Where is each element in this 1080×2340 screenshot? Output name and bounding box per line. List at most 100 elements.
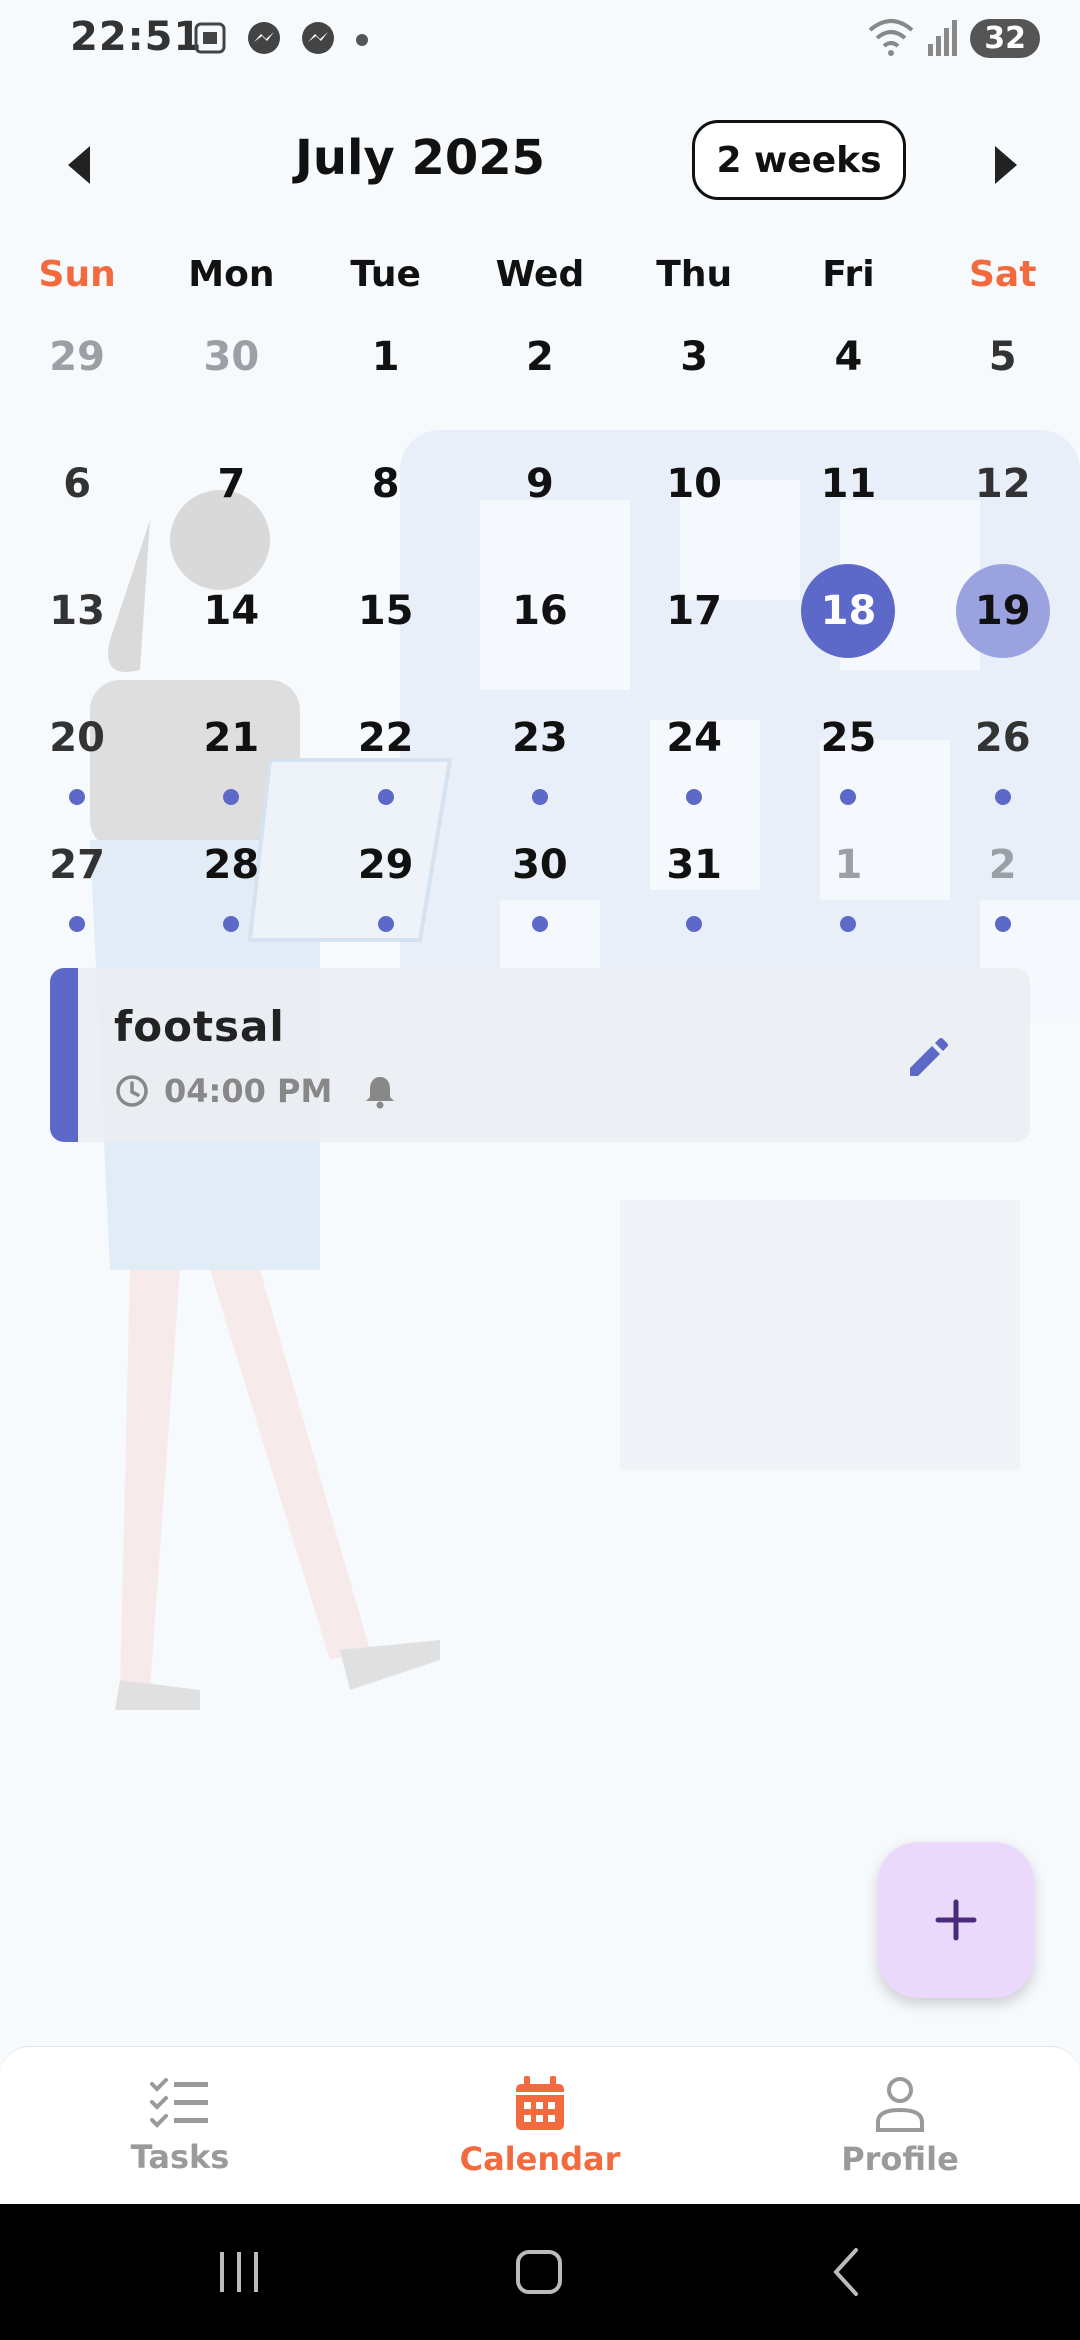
event-dot	[223, 916, 240, 932]
home-button[interactable]	[514, 2244, 566, 2300]
bell-icon	[366, 1077, 395, 1109]
calendar-day[interactable]: 25	[771, 691, 925, 818]
wifi-icon	[868, 19, 914, 56]
calendar-day[interactable]: 31	[617, 818, 771, 945]
day-number: 3	[680, 334, 709, 380]
add-event-button[interactable]	[878, 1842, 1034, 1998]
status-bar: 22:51 32	[0, 0, 1080, 80]
next-month-button[interactable]	[985, 140, 1025, 190]
day-number: 29	[49, 334, 105, 380]
event-dot	[377, 916, 394, 932]
calendar-day[interactable]: 15	[309, 564, 463, 691]
calendar-day[interactable]: 13	[0, 564, 154, 691]
calendar-day[interactable]: 22	[309, 691, 463, 818]
nav-calendar[interactable]: Calendar	[360, 2047, 720, 2205]
day-number: 31	[666, 842, 723, 888]
dot-icon	[356, 34, 368, 46]
previous-month-button[interactable]	[60, 140, 100, 190]
event-meta: 04:00 PM	[114, 1072, 400, 1110]
back-button[interactable]	[826, 2244, 866, 2300]
calendar-day[interactable]: 30	[463, 818, 617, 945]
day-number: 17	[666, 588, 723, 634]
day-number: 6	[63, 461, 92, 507]
event-dot	[531, 916, 548, 932]
calendar-day[interactable]: 1	[309, 310, 463, 437]
calendar-day[interactable]: 7	[154, 437, 308, 564]
day-number: 30	[203, 334, 260, 380]
calendar-day[interactable]: 5	[926, 310, 1080, 437]
nav-profile-label: Profile	[841, 2140, 959, 2178]
day-number: 25	[820, 715, 877, 761]
calendar-day[interactable]: 24	[617, 691, 771, 818]
day-number: 27	[49, 842, 105, 888]
day-number: 13	[49, 588, 105, 634]
day-number: 1	[371, 334, 400, 380]
day-number: 9	[526, 461, 554, 507]
day-number: 26	[974, 715, 1031, 761]
calendar-day[interactable]: 8	[309, 437, 463, 564]
event-dot	[69, 789, 86, 805]
bottom-navigation: Tasks Calendar Profile	[0, 2046, 1080, 2205]
view-range-button[interactable]: 2 weeks	[692, 120, 906, 200]
event-dot	[994, 916, 1011, 932]
calendar-day[interactable]: 26	[926, 691, 1080, 818]
event-dot	[686, 916, 703, 932]
calendar-day[interactable]: 17	[617, 564, 771, 691]
nav-calendar-label: Calendar	[459, 2140, 621, 2178]
day-number: 10	[666, 461, 723, 507]
calendar-day[interactable]: 29	[309, 818, 463, 945]
day-number: 16	[512, 588, 568, 634]
recent-apps-button[interactable]	[214, 2244, 264, 2300]
screenshot-icon	[194, 22, 226, 54]
calendar-day[interactable]: 2	[926, 818, 1080, 945]
calendar-day[interactable]: 1	[771, 818, 925, 945]
calendar-day[interactable]: 23	[463, 691, 617, 818]
calendar-day[interactable]: 30	[154, 310, 308, 437]
month-title: July 2025	[294, 130, 546, 186]
calendar-day[interactable]: 11	[771, 437, 925, 564]
nav-tasks[interactable]: Tasks	[0, 2047, 360, 2205]
day-number: 12	[974, 461, 1031, 507]
messenger-icon	[302, 22, 334, 54]
day-number: 7	[217, 461, 246, 507]
calendar-day[interactable]: 4	[771, 310, 925, 437]
calendar-day[interactable]: 21	[154, 691, 308, 818]
event-title: footsal	[114, 1002, 285, 1051]
person-icon	[876, 2077, 924, 2132]
event-card[interactable]: footsal 04:00 PM	[50, 968, 1030, 1142]
event-dot	[69, 916, 86, 932]
calendar-day[interactable]: 3	[617, 310, 771, 437]
calendar-day[interactable]: 2	[463, 310, 617, 437]
calendar-icon	[516, 2076, 564, 2130]
checklist-icon	[150, 2078, 208, 2128]
calendar-day-today[interactable]: 18	[771, 564, 925, 691]
day-number: 18	[801, 564, 896, 658]
calendar-week: 6 7 8 9 10 11 12	[0, 437, 1080, 564]
calendar-day[interactable]: 27	[0, 818, 154, 945]
event-dot	[840, 916, 857, 932]
calendar-day[interactable]: 20	[0, 691, 154, 818]
weekday-header-row: Sun Mon Tue Wed Thu Fri Sat	[0, 240, 1080, 310]
weekday-label: Sat	[969, 254, 1037, 295]
calendar-week: 20 21 22 23 24 25 26	[0, 691, 1080, 818]
calendar-day[interactable]: 28	[154, 818, 308, 945]
weekday-label: Wed	[495, 254, 585, 295]
calendar-day[interactable]: 16	[463, 564, 617, 691]
calendar-day[interactable]: 10	[617, 437, 771, 564]
day-number: 22	[357, 715, 414, 761]
calendar-day[interactable]: 29	[0, 310, 154, 437]
day-number: 23	[512, 715, 568, 761]
calendar-grid: Sun Mon Tue Wed Thu Fri Sat 29 30 1 2 3 …	[0, 240, 1080, 945]
calendar-day[interactable]: 9	[463, 437, 617, 564]
calendar-day[interactable]: 14	[154, 564, 308, 691]
calendar-day-selected[interactable]: 19	[926, 564, 1080, 691]
edit-event-button[interactable]	[902, 1032, 952, 1082]
nav-profile[interactable]: Profile	[720, 2047, 1080, 2205]
system-navigation-bar	[0, 2204, 1080, 2340]
event-dot	[223, 789, 240, 805]
day-number: 29	[357, 842, 414, 888]
weekday-label: Sun	[38, 254, 116, 295]
calendar-day[interactable]: 12	[926, 437, 1080, 564]
calendar-day[interactable]: 6	[0, 437, 154, 564]
weekday-label: Tue	[350, 254, 421, 295]
